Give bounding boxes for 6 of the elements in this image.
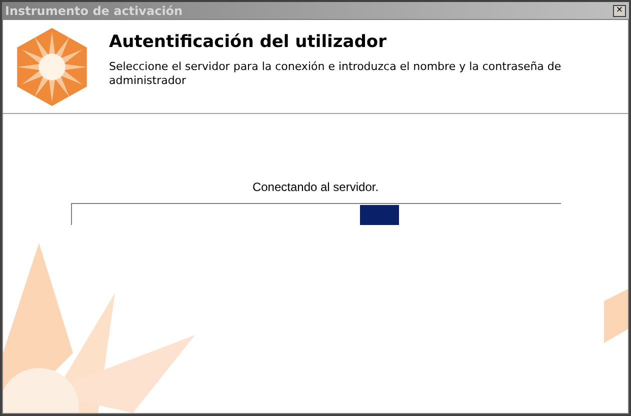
close-button[interactable]: × — [613, 4, 626, 16]
star-logo-icon — [15, 26, 89, 108]
header-description: Seleccione el servidor para la conexión e introduzca el nombre y la contraseña de administrador — [109, 60, 562, 88]
header-title: Autentificación del utilizador — [109, 31, 388, 54]
window-title: Instrumento de activación — [5, 4, 183, 16]
status-message: Conectando al servidor. — [252, 179, 379, 196]
